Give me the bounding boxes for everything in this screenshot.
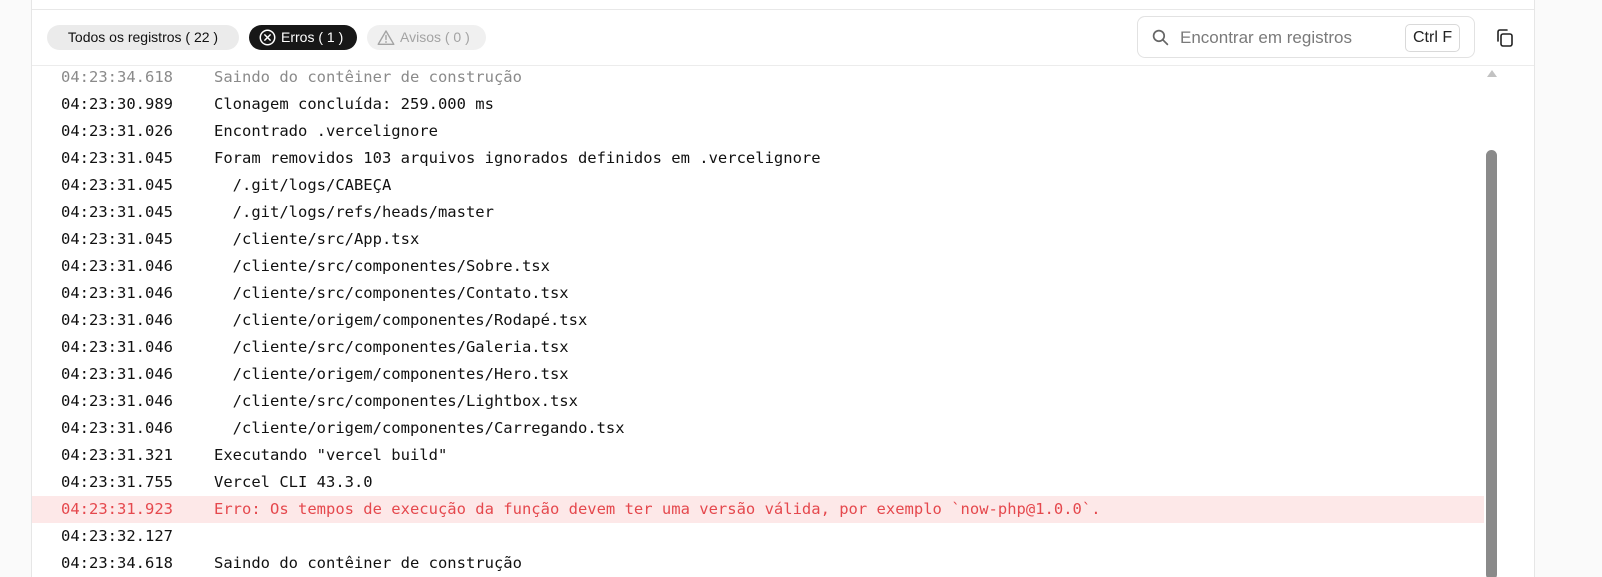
log-message: /cliente/src/App.tsx <box>214 230 420 248</box>
log-line: 04:23:31.045 Foram removidos 103 arquivos… <box>32 145 1484 172</box>
log-line: 04:23:31.755 Vercel CLI 43.3.0 <box>32 469 1484 496</box>
log-search-box[interactable]: Ctrl F <box>1137 16 1475 58</box>
log-timestamp: 04:23:31.046 <box>61 392 173 410</box>
log-timestamp: 04:23:31.046 <box>61 419 173 437</box>
warning-triangle-icon <box>377 29 400 45</box>
log-timestamp: 04:23:31.026 <box>61 122 173 140</box>
filter-all-logs-label: Todos os registros ( 22 ) <box>67 29 219 45</box>
log-line: 04:23:31.045 /.git/logs/CABEÇA <box>32 172 1484 199</box>
log-message: /.git/logs/CABEÇA <box>214 176 392 194</box>
log-line: 04:23:31.026 Encontrado .vercelignore <box>32 118 1484 145</box>
log-message: /cliente/origem/componentes/Carregando.t… <box>214 419 625 437</box>
log-line: 04:23:31.321 Executando "vercel build" <box>32 442 1484 469</box>
log-message: Vercel CLI 43.3.0 <box>214 473 373 491</box>
log-timestamp: 04:23:34.618 <box>61 68 173 86</box>
log-message: Saindo do contêiner de construção <box>214 68 522 86</box>
log-message: /cliente/src/componentes/Galeria.tsx <box>214 338 569 356</box>
log-message: /cliente/origem/componentes/Rodapé.tsx <box>214 311 588 329</box>
log-message: Executando "vercel build" <box>214 446 448 464</box>
filter-errors-label: Erros ( 1 ) <box>281 29 344 45</box>
log-line: 04:23:32.127 <box>32 523 1484 550</box>
log-line: 04:23:31.045 /cliente/src/App.tsx <box>32 226 1484 253</box>
log-line: 04:23:34.618 Saindo do contêiner de const… <box>32 550 1484 577</box>
search-shortcut-badge: Ctrl F <box>1405 24 1461 52</box>
top-divider <box>32 0 1534 10</box>
filter-errors-button[interactable]: Erros ( 1 ) <box>249 25 357 50</box>
log-message: /.git/logs/refs/heads/master <box>214 203 494 221</box>
log-message: Foram removidos 103 arquivos ignorados d… <box>214 149 821 167</box>
log-timestamp: 04:23:31.923 <box>61 500 173 518</box>
log-timestamp: 04:23:30.989 <box>61 95 173 113</box>
log-message: /cliente/src/componentes/Sobre.tsx <box>214 257 550 275</box>
log-search-input[interactable] <box>1178 25 1402 51</box>
log-message: Saindo do contêiner de construção <box>214 554 522 572</box>
log-timestamp: 04:23:31.046 <box>61 257 173 275</box>
log-message: Encontrado .vercelignore <box>214 122 438 140</box>
filter-all-logs-button[interactable]: Todos os registros ( 22 ) <box>47 25 239 50</box>
log-line: 04:23:31.046 /cliente/origem/componentes… <box>32 361 1484 388</box>
log-timestamp: 04:23:31.755 <box>61 473 173 491</box>
log-message: /cliente/src/componentes/Lightbox.tsx <box>214 392 578 410</box>
log-timestamp: 04:23:32.127 <box>61 527 173 545</box>
log-line: 04:23:31.046 /cliente/origem/componentes… <box>32 307 1484 334</box>
log-message: Erro: Os tempos de execução da função de… <box>214 500 1101 518</box>
scrollbar-thumb[interactable] <box>1486 150 1497 577</box>
copy-icon <box>1494 29 1516 53</box>
log-line: 04:23:30.989 Clonagem concluída: 259.000 … <box>32 91 1484 118</box>
log-line: 04:23:34.618 Saindo do contêiner de const… <box>32 66 1484 91</box>
log-timestamp: 04:23:31.046 <box>61 311 173 329</box>
log-message: /cliente/origem/componentes/Hero.tsx <box>214 365 569 383</box>
filter-warnings-label: Avisos ( 0 ) <box>400 29 470 45</box>
log-timestamp: 04:23:31.045 <box>61 149 173 167</box>
logs-panel: Todos os registros ( 22 ) Erros ( 1 ) Av… <box>31 0 1535 577</box>
log-timestamp: 04:23:31.046 <box>61 284 173 302</box>
log-message: /cliente/src/componentes/Contato.tsx <box>214 284 569 302</box>
log-line: 04:23:31.046 /cliente/src/componentes/Li… <box>32 388 1484 415</box>
log-timestamp: 04:23:34.618 <box>61 554 173 572</box>
log-timestamp: 04:23:31.045 <box>61 203 173 221</box>
scroll-up-arrow-icon[interactable] <box>1487 70 1497 77</box>
log-line: 04:23:31.046 /cliente/src/componentes/Ga… <box>32 334 1484 361</box>
log-list: 04:23:34.618 Saindo do contêiner de const… <box>32 66 1484 577</box>
filter-warnings-button[interactable]: Avisos ( 0 ) <box>367 25 486 50</box>
log-timestamp: 04:23:31.046 <box>61 338 173 356</box>
search-icon <box>1152 29 1169 51</box>
log-line: 04:23:31.923 Erro: Os tempos de execução … <box>32 496 1484 523</box>
log-toolbar: Todos os registros ( 22 ) Erros ( 1 ) Av… <box>32 10 1534 66</box>
log-line: 04:23:31.046 /cliente/src/componentes/So… <box>32 253 1484 280</box>
log-scrollbar[interactable] <box>1484 66 1500 577</box>
log-message: Clonagem concluída: 259.000 ms <box>214 95 494 113</box>
log-timestamp: 04:23:31.045 <box>61 176 173 194</box>
log-line: 04:23:31.045 /.git/logs/refs/heads/maste… <box>32 199 1484 226</box>
log-line: 04:23:31.046 /cliente/origem/componentes… <box>32 415 1484 442</box>
log-timestamp: 04:23:31.321 <box>61 446 173 464</box>
log-timestamp: 04:23:31.045 <box>61 230 173 248</box>
log-timestamp: 04:23:31.046 <box>61 365 173 383</box>
copy-logs-button[interactable] <box>1494 27 1516 49</box>
log-line: 04:23:31.046 /cliente/src/componentes/Co… <box>32 280 1484 307</box>
error-circle-icon <box>259 29 281 46</box>
